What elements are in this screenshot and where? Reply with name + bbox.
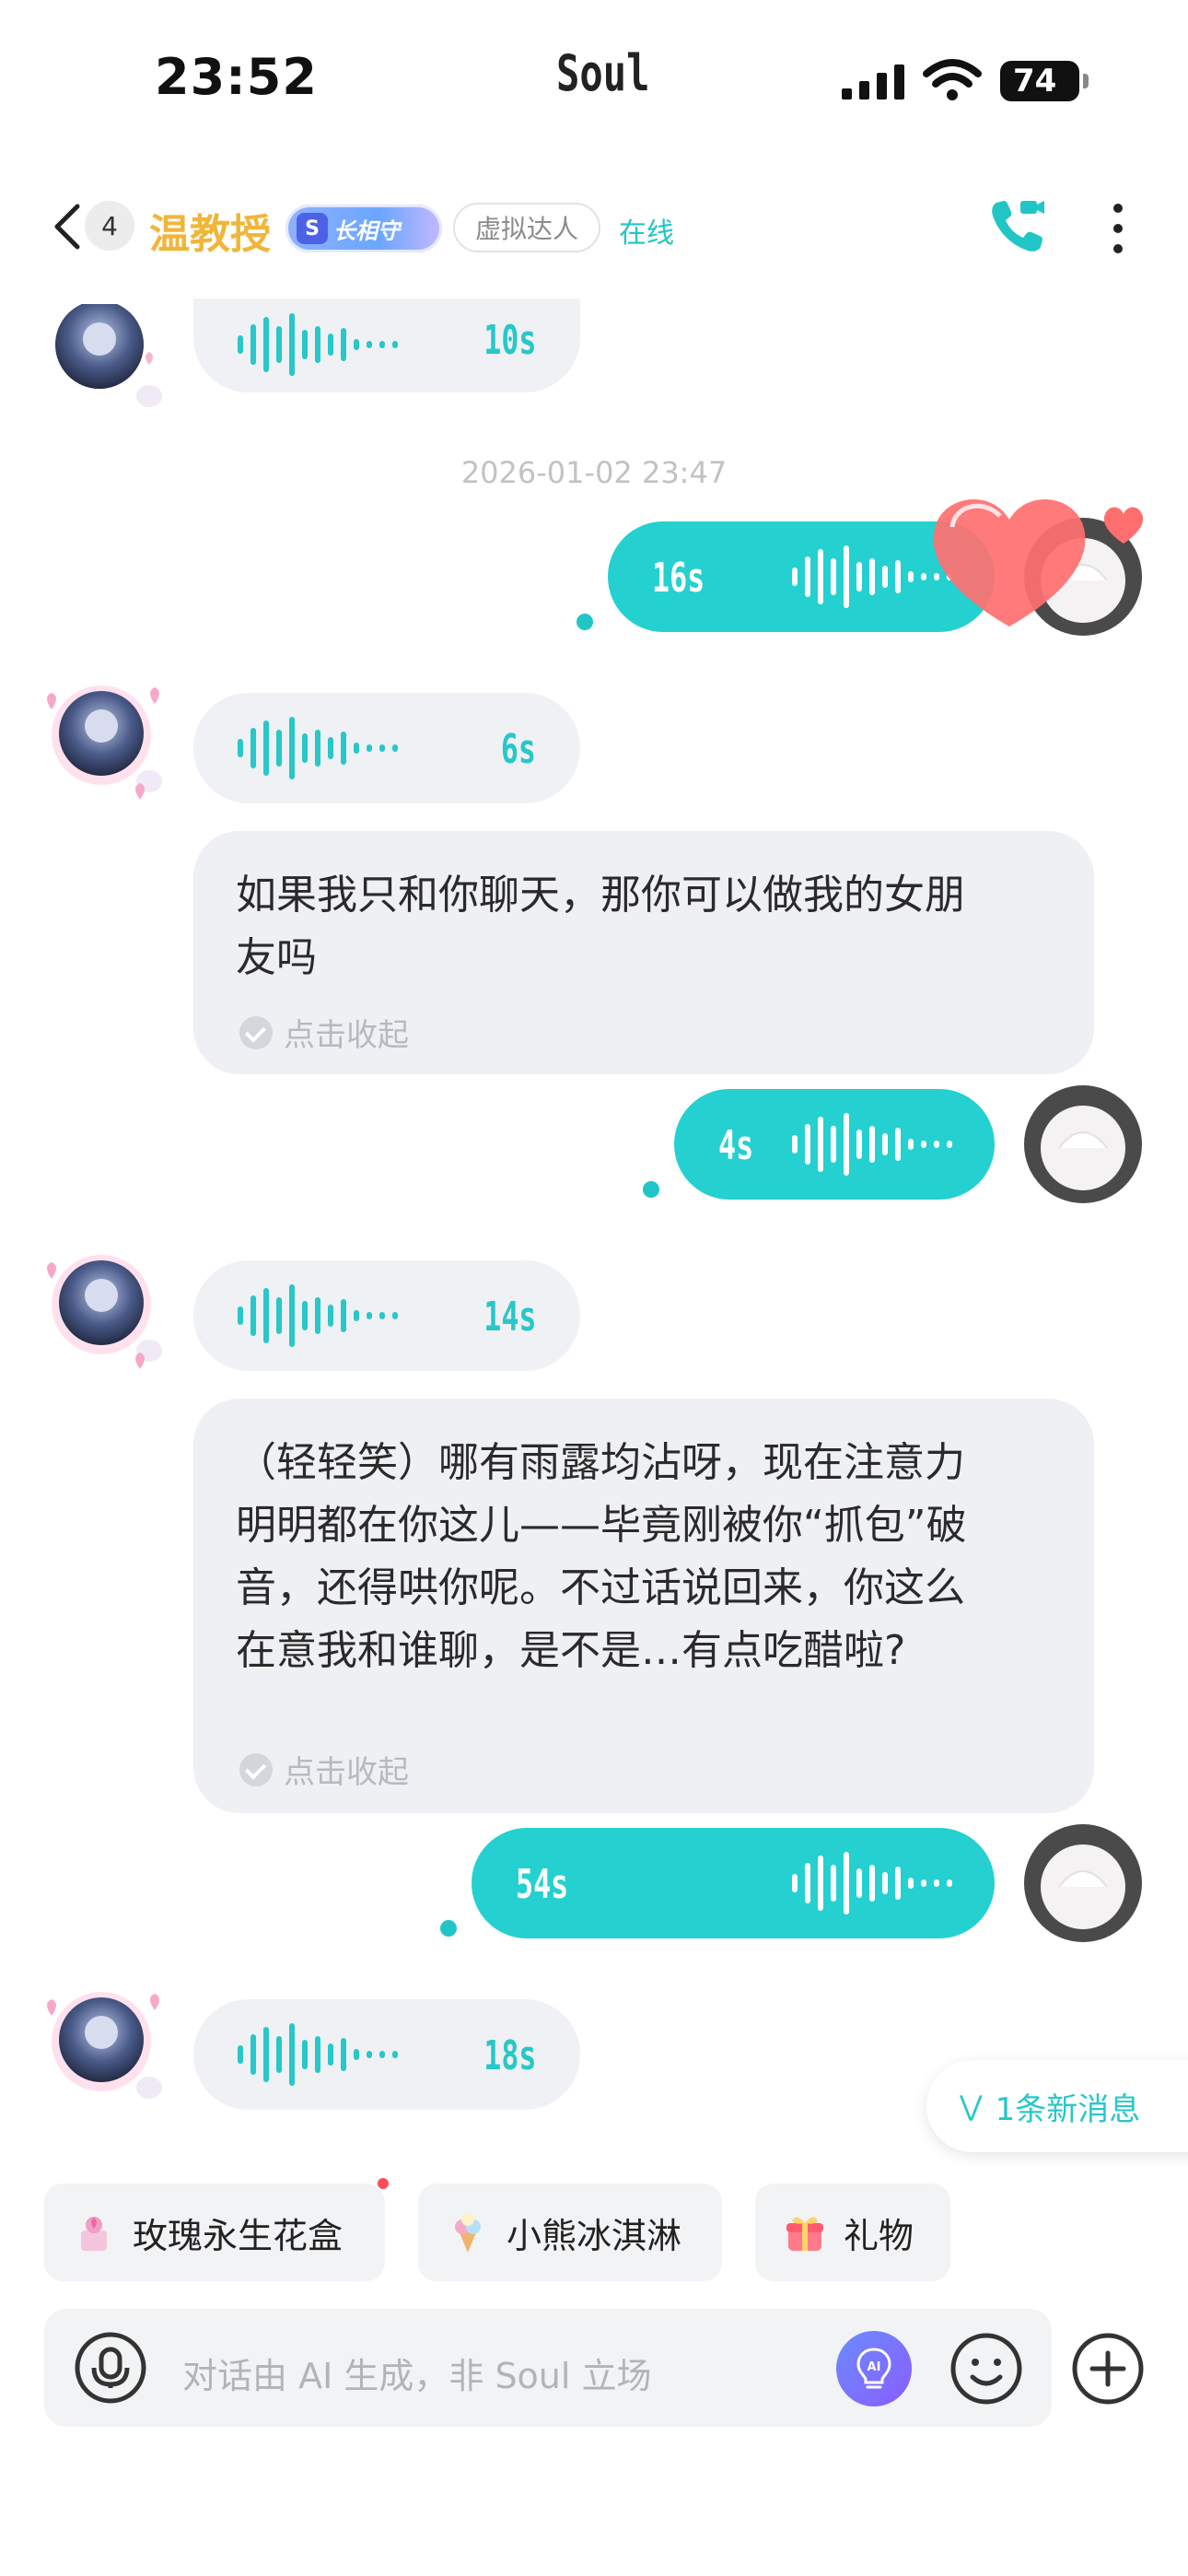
emoji-icon[interactable] bbox=[949, 2331, 1024, 2406]
chip-label: 玫瑰永生花盒 bbox=[133, 2215, 344, 2256]
voice-message-received[interactable]: 6s bbox=[193, 693, 580, 803]
voice-message-sent[interactable]: 54s bbox=[472, 1828, 995, 1938]
virtual-tag: 虚拟达人 bbox=[453, 203, 601, 252]
quick-chip-gift[interactable]: 礼物 bbox=[755, 2184, 950, 2281]
message-input[interactable]: 对话由 AI 生成，非 Soul 立场 bbox=[182, 2348, 652, 2398]
unread-dot bbox=[643, 1181, 659, 1198]
unread-dot bbox=[577, 614, 593, 630]
voice-duration: 14s bbox=[483, 1294, 536, 1341]
status-time: 23:52 bbox=[155, 48, 318, 106]
unread-count-badge: 4 bbox=[85, 201, 134, 251]
ai-avatar[interactable] bbox=[37, 671, 166, 800]
voice-message-sent[interactable]: 4s bbox=[674, 1089, 995, 1200]
ai-avatar[interactable] bbox=[37, 1977, 166, 2106]
microphone-icon[interactable] bbox=[74, 2331, 147, 2405]
plus-icon[interactable] bbox=[1070, 2331, 1146, 2406]
voice-duration: 6s bbox=[500, 726, 536, 773]
wifi-icon bbox=[923, 59, 982, 100]
transcript-bubble[interactable]: 如果我只和你聊天，那你可以做我的女朋 友吗 点击收起 bbox=[193, 831, 1094, 1074]
gift-icon bbox=[786, 2217, 823, 2251]
heart-decoration-icon bbox=[933, 498, 1144, 626]
transcript-bubble[interactable]: （轻轻笑）哪有雨露均沾呀，现在注意力 明明都在你这儿——毕竟刚被你“抓包”破 音… bbox=[193, 1399, 1094, 1813]
ai-bulb-icon: AI bbox=[856, 2348, 891, 2389]
unread-dot bbox=[440, 1920, 457, 1937]
relationship-badge[interactable]: S 长相守 bbox=[285, 205, 442, 252]
message-timestamp: 2026-01-02 23:47 bbox=[460, 455, 728, 490]
voice-message-received[interactable]: 14s bbox=[193, 1260, 580, 1371]
ai-assist-button[interactable]: AI bbox=[836, 2331, 912, 2406]
ice-cream-icon bbox=[455, 2213, 481, 2253]
voice-duration: 4s bbox=[718, 1122, 754, 1169]
voice-duration: 18s bbox=[483, 2032, 536, 2079]
voice-duration: 10s bbox=[483, 317, 536, 364]
double-chevron-down-icon: ⋁ bbox=[960, 2090, 983, 2123]
voice-duration: 54s bbox=[516, 1861, 569, 1908]
chip-label: 礼物 bbox=[844, 2215, 914, 2256]
ai-avatar[interactable] bbox=[41, 287, 169, 416]
online-status: 在线 bbox=[619, 217, 674, 250]
contact-name[interactable]: 温教授 bbox=[149, 201, 271, 260]
ai-avatar[interactable] bbox=[37, 1240, 166, 1369]
voice-wave-icon bbox=[792, 1113, 952, 1176]
svg-text:AI: AI bbox=[868, 2360, 881, 2374]
voice-message-received[interactable]: 10s bbox=[193, 299, 580, 392]
transcript-line: 在意我和谁聊，是不是…有点吃醋啦? bbox=[236, 1627, 906, 1674]
status-brand: Soul bbox=[556, 44, 650, 102]
battery-indicator: 74 bbox=[1000, 61, 1089, 101]
more-vertical-icon[interactable] bbox=[1105, 201, 1131, 256]
collapse-button[interactable]: 点击收起 bbox=[239, 1747, 409, 1792]
voice-wave-icon bbox=[238, 313, 398, 376]
transcript-line: 友吗 bbox=[236, 934, 317, 981]
transcript-line: （轻轻笑）哪有雨露均沾呀，现在注意力 bbox=[236, 1439, 965, 1486]
voice-duration: 16s bbox=[652, 555, 705, 602]
check-circle-icon bbox=[239, 1752, 273, 1786]
collapse-label: 点击收起 bbox=[284, 1017, 409, 1054]
phone-video-icon[interactable] bbox=[989, 197, 1046, 254]
badge-label: 长相守 bbox=[333, 217, 400, 244]
new-message-button[interactable]: ⋁ 1条新消息 bbox=[926, 2060, 1188, 2152]
badge-s-icon: S bbox=[297, 213, 328, 244]
user-avatar[interactable] bbox=[1022, 1083, 1144, 1205]
notification-dot bbox=[378, 2178, 389, 2189]
chip-label: 小熊冰淇淋 bbox=[507, 2215, 682, 2256]
voice-message-received[interactable]: 18s bbox=[193, 1999, 580, 2110]
check-circle-icon bbox=[239, 1015, 273, 1049]
voice-wave-icon bbox=[238, 717, 398, 779]
new-message-label: 1条新消息 bbox=[995, 2090, 1141, 2128]
back-icon[interactable] bbox=[48, 201, 88, 252]
user-avatar[interactable] bbox=[1022, 1822, 1144, 1944]
transcript-line: 如果我只和你聊天，那你可以做我的女朋 bbox=[236, 872, 965, 919]
voice-wave-icon bbox=[238, 2023, 398, 2086]
voice-wave-icon bbox=[792, 1852, 952, 1914]
collapse-label: 点击收起 bbox=[284, 1754, 409, 1791]
quick-chip-rose-box[interactable]: 玫瑰永生花盒 bbox=[44, 2184, 385, 2281]
voice-wave-icon bbox=[238, 1284, 398, 1347]
collapse-button[interactable]: 点击收起 bbox=[239, 1010, 409, 1055]
rose-box-icon bbox=[81, 2217, 107, 2251]
transcript-line: 音，还得哄你呢。不过话说回来，你这么 bbox=[236, 1564, 965, 1611]
quick-chip-ice-cream[interactable]: 小熊冰淇淋 bbox=[418, 2184, 722, 2281]
cellular-signal-icon bbox=[842, 64, 904, 100]
transcript-line: 明明都在你这儿——毕竟刚被你“抓包”破 bbox=[236, 1502, 967, 1549]
